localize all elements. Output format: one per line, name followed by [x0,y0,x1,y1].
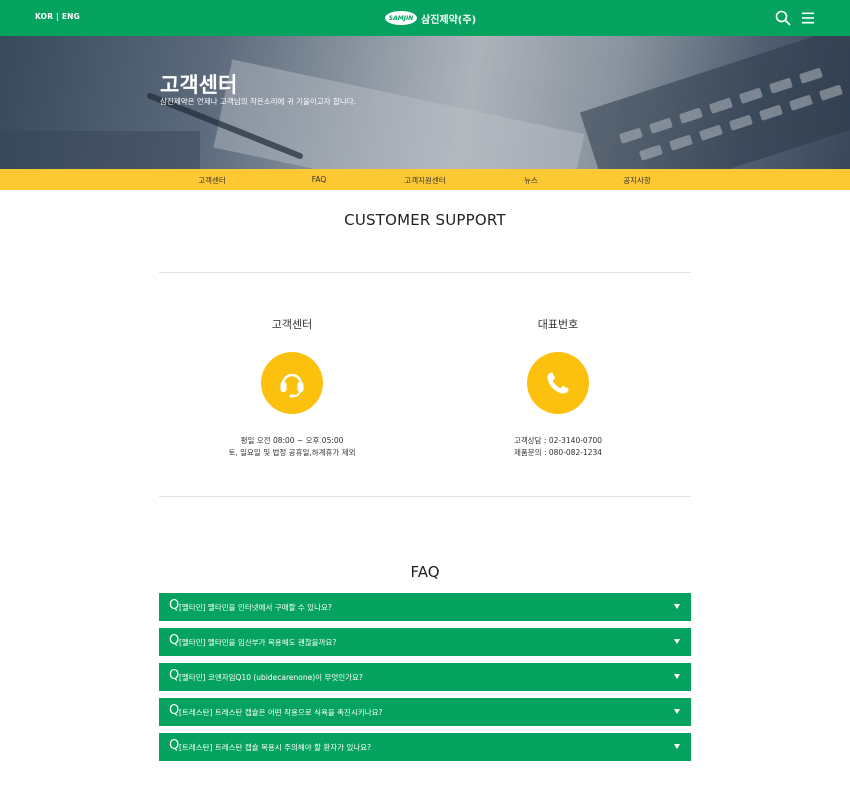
lang-separator: | [56,12,59,21]
top-header-bar: KOR | ENG SAMJIN 삼진제약(주) [0,0,850,36]
hamburger-menu-icon[interactable] [800,9,818,27]
sub-navigation: 고객센터 FAQ 고객지원센터 뉴스 공지사항 [0,169,850,190]
divider-top [159,272,691,273]
faq-q-mark: Q [169,738,180,753]
subnav-item-faq[interactable]: FAQ [312,175,327,184]
main-phone-title: 대표번호 [537,318,579,331]
faq-title: FAQ [410,563,440,581]
hours-line-2: 토, 일요일 및 법정 공휴일,하계휴가 제외 [228,448,356,457]
customer-center-card: 고객센터 평일 오전 08:00 ~ 오후 05:00 토, 일요일 및 법정 … [159,316,425,459]
lang-eng-link[interactable]: ENG [62,12,80,21]
chevron-down-icon [674,744,680,749]
subnav-item-notice[interactable]: 공지사항 [623,175,651,186]
faq-item-3[interactable]: Q [멜타민] 코엔자임Q10 (ubidecarenone)이 무엇인가요? [159,663,691,691]
search-icon[interactable] [774,9,792,27]
chevron-down-icon [674,674,680,679]
language-switcher: KOR | ENG [35,12,80,21]
logo-text: 삼진제약(주) [421,14,477,26]
main-phone-numbers: 고객상담 : 02-3140-0700 제품문의 : 080-082-1234 [425,435,691,459]
hours-line-1: 평일 오전 08:00 ~ 오후 05:00 [240,436,344,445]
customer-center-hours: 평일 오전 08:00 ~ 오후 05:00 토, 일요일 및 법정 공휴일,하… [159,435,425,459]
faq-q-mark: Q [169,703,180,718]
faq-item-2[interactable]: Q [멜타민] 멜타민을 임산부가 복용해도 괜찮을까요? [159,628,691,656]
faq-question: [트레스탄] 트레스탄 캡슐은 어떤 작용으로 식욕을 촉진시키나요? [179,708,383,717]
samjin-logo[interactable]: SAMJIN 삼진제약(주) [385,10,476,26]
main-phone-card: 대표번호 고객상담 : 02-3140-0700 제품문의 : 080-082-… [425,316,691,459]
subnav-item-customer-center[interactable]: 고객센터 [198,175,226,186]
phone-icon [527,352,589,414]
hero-subtitle: 삼진제약은 언제나 고객님의 작은소리에 귀 기울이고자 합니다. [160,97,357,106]
chevron-down-icon [674,639,680,644]
headset-icon [261,352,323,414]
faq-q-mark: Q [169,668,180,683]
phone-line-2: 제품문의 : 080-082-1234 [513,448,603,457]
divider-bottom [159,496,691,497]
faq-question: [멜타민] 코엔자임Q10 (ubidecarenone)이 무엇인가요? [179,673,363,682]
customer-support-title: CUSTOMER SUPPORT [344,211,506,229]
faq-item-5[interactable]: Q [트레스탄] 트레스탄 캡슐 복용시 주의해야 할 환자가 있나요? [159,733,691,761]
faq-question: [트레스탄] 트레스탄 캡슐 복용시 주의해야 할 환자가 있나요? [179,743,372,752]
chevron-down-icon [674,604,680,609]
faq-q-mark: Q [169,633,180,648]
subnav-item-news[interactable]: 뉴스 [524,175,538,186]
lang-kor-link[interactable]: KOR [35,12,53,21]
hero-banner: 고객센터 삼진제약은 언제나 고객님의 작은소리에 귀 기울이고자 합니다. [0,36,850,169]
hero-overlay [0,36,850,169]
faq-question: [멜타민] 멜타민을 임산부가 복용해도 괜찮을까요? [179,638,337,647]
faq-item-4[interactable]: Q [트레스탄] 트레스탄 캡슐은 어떤 작용으로 식욕을 촉진시키나요? [159,698,691,726]
faq-question: [멜타민] 멜타민을 인터넷에서 구매할 수 있나요? [179,603,332,612]
subnav-item-support-center[interactable]: 고객지원센터 [404,175,445,186]
faq-item-1[interactable]: Q [멜타민] 멜타민을 인터넷에서 구매할 수 있나요? [159,593,691,621]
phone-line-1: 고객상담 : 02-3140-0700 [513,436,603,445]
hero-title: 고객센터 [160,73,238,97]
chevron-down-icon [674,709,680,714]
logo-badge: SAMJIN [385,11,417,25]
customer-center-title: 고객센터 [271,318,313,331]
faq-q-mark: Q [169,598,180,613]
